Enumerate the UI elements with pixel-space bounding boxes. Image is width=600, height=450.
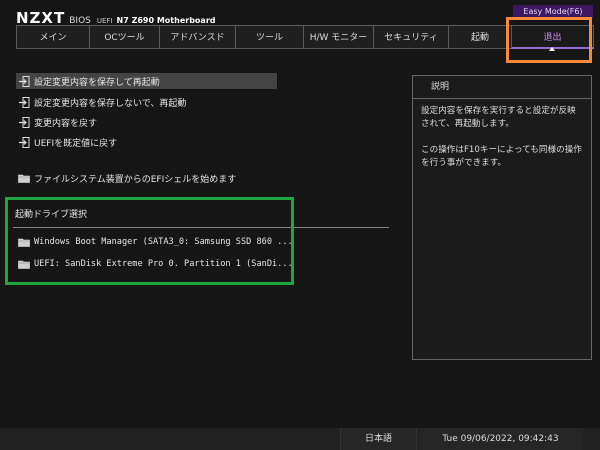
folder-icon bbox=[18, 236, 30, 248]
easy-mode-button[interactable]: Easy Mode(F6) bbox=[513, 5, 593, 18]
menu-label: ファイルシステム装置からのEFIシェルを始めます bbox=[34, 174, 237, 185]
exit-arrow-icon bbox=[18, 96, 30, 108]
tab-main[interactable]: メイン bbox=[16, 25, 89, 49]
tab-boot[interactable]: 起動 bbox=[448, 25, 511, 49]
system-clock: Tue 09/06/2022, 09:42:43 bbox=[418, 428, 583, 450]
motherboard-model: N7 Z690 Motherboard bbox=[116, 16, 216, 25]
help-panel-text: 設定内容を保存を実行すると設定が反映されて、再起動します。 この操作はF10キー… bbox=[421, 106, 582, 168]
help-description-panel: 説明 設定内容を保存を実行すると設定が反映されて、再起動します。 この操作はF1… bbox=[412, 75, 592, 360]
status-bar: 日本語 Tue 09/06/2022, 09:42:43 bbox=[0, 428, 600, 450]
exit-arrow-icon bbox=[18, 75, 30, 87]
tab-advanced[interactable]: アドバンスド bbox=[159, 25, 235, 49]
boot-override-title: 起動ドライブ選択 bbox=[15, 210, 88, 220]
main-tab-bar: メイン OCツール アドバンスド ツール H/W モニター セキュリティ 起動 … bbox=[16, 25, 594, 49]
active-tab-caret-icon bbox=[549, 47, 555, 51]
menu-efi-shell[interactable]: ファイルシステム装置からのEFIシェルを始めます bbox=[16, 170, 236, 186]
menu-label: 変更内容を戻す bbox=[34, 118, 98, 129]
language-selector[interactable]: 日本語 bbox=[340, 428, 417, 450]
tab-hw-monitor[interactable]: H/W モニター bbox=[303, 25, 373, 49]
exit-arrow-icon bbox=[18, 136, 30, 148]
tab-security[interactable]: セキュリティ bbox=[373, 25, 448, 49]
menu-discard-and-reset[interactable]: 設定変更内容を保存しないで、再起動 bbox=[16, 94, 186, 110]
boot-override-windows-boot-manager[interactable]: Windows Boot Manager (SATA3_0: Samsung S… bbox=[18, 235, 293, 249]
exit-arrow-icon bbox=[18, 116, 30, 128]
boot-item-label: Windows Boot Manager (SATA3_0: Samsung S… bbox=[34, 237, 293, 247]
boot-item-label: UEFI: SanDisk Extreme Pro 0. Partition 1… bbox=[34, 259, 293, 269]
menu-load-defaults[interactable]: UEFIを既定値に戻す bbox=[16, 134, 117, 150]
menu-restore-changes[interactable]: 変更内容を戻す bbox=[16, 114, 97, 130]
help-panel-title: 説明 bbox=[413, 76, 591, 99]
menu-label: 設定変更内容を保存しないで、再起動 bbox=[34, 98, 187, 109]
tab-exit[interactable]: 退出 bbox=[511, 25, 594, 49]
folder-icon bbox=[18, 172, 30, 184]
boot-override-uefi-sandisk[interactable]: UEFI: SanDisk Extreme Pro 0. Partition 1… bbox=[18, 257, 293, 271]
folder-icon bbox=[18, 258, 30, 270]
section-divider bbox=[13, 227, 389, 228]
tab-tool[interactable]: ツール bbox=[235, 25, 303, 49]
tab-oc-tool[interactable]: OCツール bbox=[89, 25, 159, 49]
menu-label: 設定変更内容を保存して再起動 bbox=[34, 77, 160, 88]
menu-label: UEFIを既定値に戻す bbox=[34, 138, 118, 149]
menu-save-and-reset[interactable]: 設定変更内容を保存して再起動 bbox=[16, 73, 277, 89]
uefi-label: UEFI bbox=[96, 17, 113, 25]
